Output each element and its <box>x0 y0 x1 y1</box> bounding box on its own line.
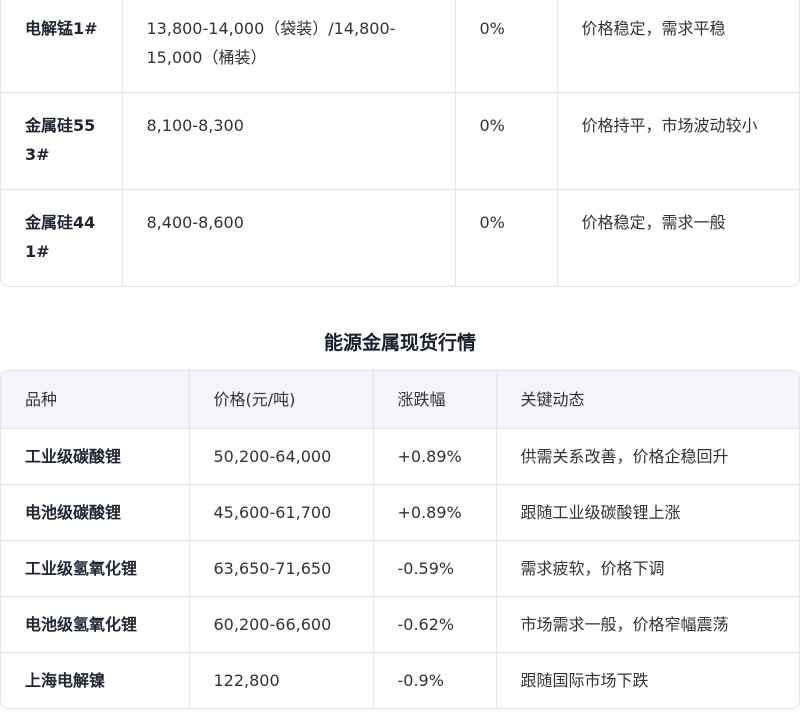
variety-cell: 金属硅441# <box>1 189 123 286</box>
table-row: 电池级碳酸锂 45,600-61,700 +0.89% 跟随工业级碳酸锂上涨 <box>1 484 799 541</box>
variety-cell: 工业级氢氧化锂 <box>1 540 190 597</box>
note-cell: 价格稳定，需求一般 <box>581 213 726 232</box>
column-header-note: 关键动态 <box>496 371 799 429</box>
table-row: 金属硅553# 8,100-8,300 0% 价格持平，市场波动较小 <box>1 92 799 190</box>
variety-cell: 电池级氢氧化锂 <box>1 596 190 653</box>
table-row: 工业级碳酸锂 50,200-64,000 +0.89% 供需关系改善，价格企稳回… <box>1 428 799 485</box>
change-cell: -0.59% <box>373 540 497 597</box>
energy-metal-table: 品种 价格(元/吨) 涨跌幅 关键动态 工业级碳酸锂 50,200-64,000… <box>1 371 799 708</box>
section-title: 能源金属现货行情 <box>323 332 476 354</box>
note-cell: 需求疲软，价格下调 <box>496 540 799 597</box>
price-cell: 122,800 <box>189 652 374 708</box>
price-cell: 45,600-61,700 <box>189 484 374 541</box>
change-cell: -0.9% <box>373 652 497 708</box>
metal-price-table: 电解锰1# 13,800-14,000（袋装）/14,800-15,000（桶装… <box>1 0 799 286</box>
note-cell: 价格稳定，需求平稳 <box>557 0 799 93</box>
variety-cell: 电解锰1# <box>1 0 123 93</box>
variety-cell: 工业级碳酸锂 <box>1 428 190 485</box>
table-row: 金属硅441# 8,400-8,600 0% 价格稳定，需求一般 <box>1 189 799 286</box>
note-cell: 跟随工业级碳酸锂上涨 <box>496 484 799 541</box>
price-cell: 13,800-14,000（袋装）/14,800-15,000（桶装） <box>122 0 456 93</box>
change-cell: 0% <box>455 92 558 190</box>
table-row: 工业级氢氧化锂 63,650-71,650 -0.59% 需求疲软，价格下调 <box>1 540 799 597</box>
price-cell: 50,200-64,000 <box>189 428 374 485</box>
table-row: 电池级氢氧化锂 60,200-66,600 -0.62% 市场需求一般，价格窄幅… <box>1 596 799 653</box>
note-cell: 供需关系改善，价格企稳回升 <box>496 428 799 485</box>
table-header-row: 品种 价格(元/吨) 涨跌幅 关键动态 <box>1 371 799 429</box>
change-cell: -0.62% <box>373 596 497 653</box>
variety-cell: 上海电解镍 <box>1 652 190 708</box>
change-cell: 0% <box>455 189 558 286</box>
variety-cell: 电池级碳酸锂 <box>1 484 190 541</box>
variety-cell: 金属硅553# <box>1 92 123 190</box>
price-cell: 8,400-8,600 <box>122 189 456 286</box>
price-cell: 8,100-8,300 <box>122 92 456 190</box>
price-cell: 63,650-71,650 <box>189 540 374 597</box>
metal-price-table-partial: 电解锰1# 13,800-14,000（袋装）/14,800-15,000（桶装… <box>0 0 800 287</box>
change-cell: 0% <box>455 0 558 93</box>
column-header-variety: 品种 <box>1 371 190 429</box>
change-cell: +0.89% <box>373 428 497 485</box>
note-cell: 市场需求一般，价格窄幅震荡 <box>496 596 799 653</box>
table-row: 电解锰1# 13,800-14,000（袋装）/14,800-15,000（桶装… <box>1 0 799 93</box>
note-cell: 跟随国际市场下跌 <box>520 670 649 690</box>
energy-metal-table-wrapper: 品种 价格(元/吨) 涨跌幅 关键动态 工业级碳酸锂 50,200-64,000… <box>0 370 800 709</box>
change-cell: +0.89% <box>373 484 497 541</box>
table-row: 上海电解镍 122,800 -0.9% 跟随国际市场下跌 <box>1 652 799 708</box>
price-cell: 60,200-66,600 <box>189 596 374 653</box>
column-header-change: 涨跌幅 <box>373 371 497 429</box>
column-header-price: 价格(元/吨) <box>189 371 374 429</box>
note-cell: 价格持平，市场波动较小 <box>557 92 799 190</box>
